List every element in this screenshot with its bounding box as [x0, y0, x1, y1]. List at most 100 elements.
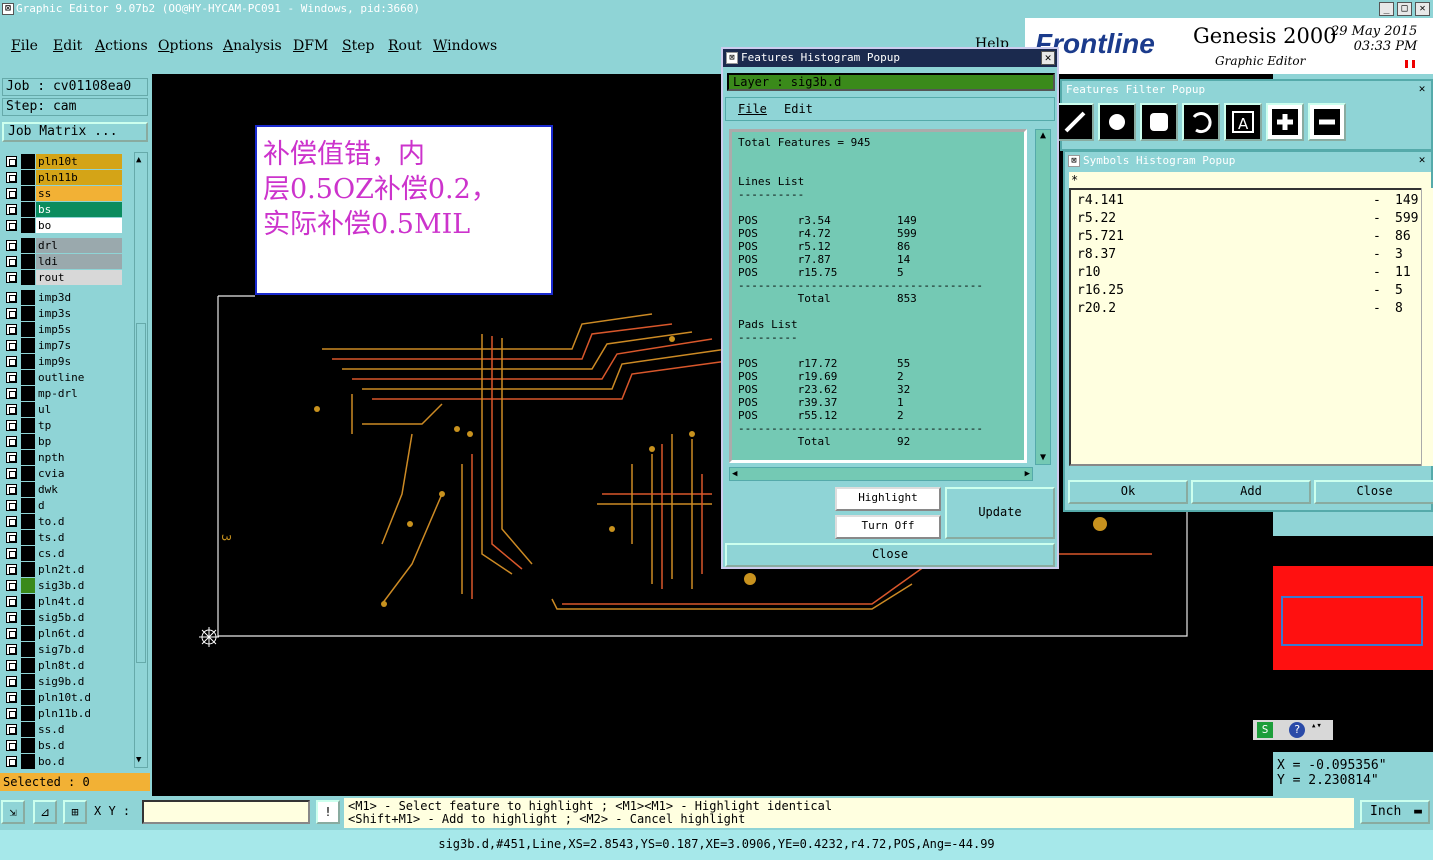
layer-active-indicator[interactable]	[21, 754, 35, 769]
unit-selector[interactable]: Inch ▬	[1360, 800, 1430, 824]
layer-name[interactable]: pln2t.d	[36, 562, 122, 577]
layer-row-dwk[interactable]: dwk	[4, 482, 122, 497]
layer-row-drl[interactable]: drl	[4, 238, 122, 253]
layer-name[interactable]: bs.d	[36, 738, 122, 753]
menu-options[interactable]: Options	[158, 38, 213, 54]
layer-checkbox[interactable]	[6, 628, 17, 639]
layer-name[interactable]: bs	[36, 202, 122, 217]
layer-name[interactable]: imp3s	[36, 306, 122, 321]
layer-active-indicator[interactable]	[21, 626, 35, 641]
layer-active-indicator[interactable]	[21, 546, 35, 561]
layer-active-indicator[interactable]	[21, 482, 35, 497]
expand-icon[interactable]: ▴▾	[1311, 722, 1323, 738]
features-close-button[interactable]: Close	[725, 543, 1055, 567]
layer-name[interactable]: bo.d	[36, 754, 122, 769]
symbols-close-icon[interactable]: ✕	[1415, 154, 1429, 168]
features-hscrollbar[interactable]: ◀ ▶	[729, 467, 1033, 481]
layer-checkbox[interactable]	[6, 404, 17, 415]
layer-row-imp3d[interactable]: imp3d	[4, 290, 122, 305]
layer-checkbox[interactable]	[6, 156, 17, 167]
layer-name[interactable]: pln6t.d	[36, 626, 122, 641]
menu-step[interactable]: Step	[342, 38, 374, 54]
layer-row-ldi[interactable]: ldi	[4, 254, 122, 269]
close-window-button[interactable]: ✕	[1415, 2, 1430, 16]
layer-row-tp[interactable]: tp	[4, 418, 122, 433]
layer-active-indicator[interactable]	[21, 306, 35, 321]
layer-name[interactable]: pln11b.d	[36, 706, 122, 721]
layer-row-pln2t-d[interactable]: pln2t.d	[4, 562, 122, 577]
highlight-button[interactable]: Highlight	[835, 487, 941, 511]
layer-active-indicator[interactable]	[21, 642, 35, 657]
layer-active-indicator[interactable]	[21, 450, 35, 465]
remove-filter-icon[interactable]	[1308, 103, 1346, 141]
xy-input[interactable]	[142, 800, 310, 824]
layer-checkbox[interactable]	[6, 724, 17, 735]
layer-checkbox[interactable]	[6, 500, 17, 511]
layer-checkbox[interactable]	[6, 220, 17, 231]
add-filter-icon[interactable]	[1266, 103, 1304, 141]
layer-row-imp5s[interactable]: imp5s	[4, 322, 122, 337]
layer-name[interactable]: outline	[36, 370, 122, 385]
layer-checkbox[interactable]	[6, 324, 17, 335]
grid-icon[interactable]: ⊞	[63, 800, 87, 824]
scrollbar-thumb[interactable]	[136, 323, 146, 663]
layer-name[interactable]: sig7b.d	[36, 642, 122, 657]
layer-name[interactable]: drl	[36, 238, 122, 253]
layer-active-indicator[interactable]	[21, 170, 35, 185]
layer-active-indicator[interactable]	[21, 466, 35, 481]
layer-row-pln10t-d[interactable]: pln10t.d	[4, 690, 122, 705]
layer-row-ts-d[interactable]: ts.d	[4, 530, 122, 545]
layer-checkbox[interactable]	[6, 340, 17, 351]
layer-checkbox[interactable]	[6, 516, 17, 527]
layer-checkbox[interactable]	[6, 204, 17, 215]
layer-active-indicator[interactable]	[21, 290, 35, 305]
layer-name[interactable]: cvia	[36, 466, 122, 481]
layer-active-indicator[interactable]	[21, 530, 35, 545]
layer-active-indicator[interactable]	[21, 674, 35, 689]
layer-active-indicator[interactable]	[21, 154, 35, 169]
menu-file[interactable]: File	[11, 38, 38, 54]
pad-tool-icon[interactable]	[1098, 103, 1136, 141]
layer-active-indicator[interactable]	[21, 690, 35, 705]
layer-name[interactable]: sig9b.d	[36, 674, 122, 689]
layer-row-bo-d[interactable]: bo.d	[4, 754, 122, 769]
layer-checkbox[interactable]	[6, 644, 17, 655]
layer-active-indicator[interactable]	[21, 706, 35, 721]
layer-row-bs-d[interactable]: bs.d	[4, 738, 122, 753]
layer-checkbox[interactable]	[6, 188, 17, 199]
layer-checkbox[interactable]	[6, 740, 17, 751]
layer-checkbox[interactable]	[6, 172, 17, 183]
layer-active-indicator[interactable]	[21, 658, 35, 673]
turn-off-button[interactable]: Turn Off	[835, 515, 941, 539]
layer-active-indicator[interactable]	[21, 386, 35, 401]
layer-active-indicator[interactable]	[21, 354, 35, 369]
layer-checkbox[interactable]	[6, 580, 17, 591]
layer-name[interactable]: bo	[36, 218, 122, 233]
layer-checkbox[interactable]	[6, 548, 17, 559]
update-button[interactable]: Update	[945, 487, 1055, 539]
layer-row-sig7b-d[interactable]: sig7b.d	[4, 642, 122, 657]
layer-row-sig5b-d[interactable]: sig5b.d	[4, 610, 122, 625]
layer-row-pln4t-d[interactable]: pln4t.d	[4, 594, 122, 609]
layer-active-indicator[interactable]	[21, 322, 35, 337]
layer-name[interactable]: ts.d	[36, 530, 122, 545]
layer-name[interactable]: cs.d	[36, 546, 122, 561]
symbol-row[interactable]: r5.721 -86	[1077, 228, 1415, 246]
layer-checkbox[interactable]	[6, 452, 17, 463]
layer-active-indicator[interactable]	[21, 402, 35, 417]
layer-row-imp3s[interactable]: imp3s	[4, 306, 122, 321]
layer-checkbox[interactable]	[6, 308, 17, 319]
layer-name[interactable]: sig5b.d	[36, 610, 122, 625]
layer-checkbox[interactable]	[6, 612, 17, 623]
layer-checkbox[interactable]	[6, 292, 17, 303]
layer-active-indicator[interactable]	[21, 370, 35, 385]
layer-name[interactable]: npth	[36, 450, 122, 465]
layer-active-indicator[interactable]	[21, 202, 35, 217]
layer-active-indicator[interactable]	[21, 514, 35, 529]
layer-row-to-d[interactable]: to.d	[4, 514, 122, 529]
layer-checkbox[interactable]	[6, 532, 17, 543]
layer-active-indicator[interactable]	[21, 218, 35, 233]
layer-active-indicator[interactable]	[21, 254, 35, 269]
menu-analysis[interactable]: Analysis	[223, 38, 282, 54]
symbols-filter-input[interactable]: *	[1069, 172, 1431, 188]
